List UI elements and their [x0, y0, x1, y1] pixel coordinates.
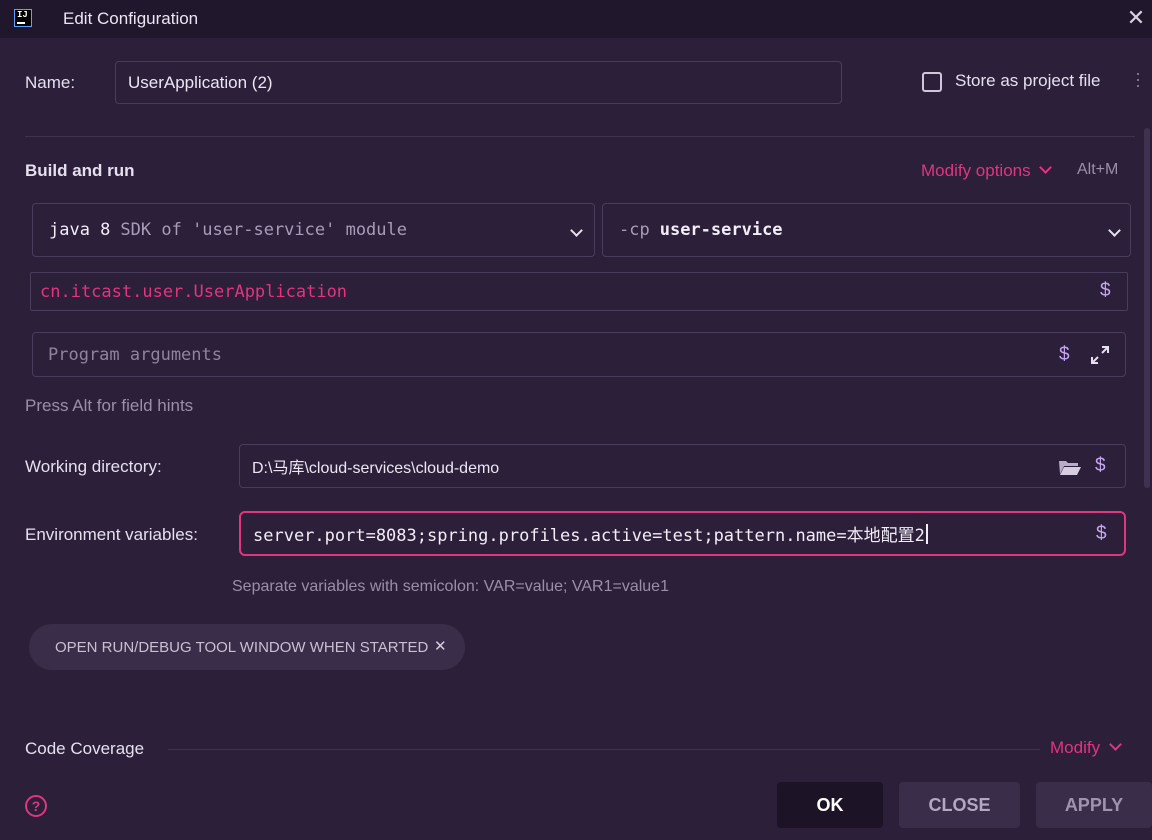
name-label: Name:: [25, 73, 76, 92]
open-tool-window-chip[interactable]: OPEN RUN/DEBUG TOOL WINDOW WHEN STARTED …: [29, 624, 465, 670]
program-arguments-placeholder: Program arguments: [48, 344, 222, 365]
close-icon[interactable]: ✕: [1124, 5, 1148, 31]
working-directory-value: D:\马库\cloud-services\cloud-demo: [252, 460, 500, 477]
separator: [25, 136, 1135, 137]
classpath-module: user-service: [659, 220, 783, 240]
main-class-value: cn.itcast.user.UserApplication: [40, 281, 348, 302]
jre-version: java 8: [49, 220, 111, 240]
open-tool-window-label: OPEN RUN/DEBUG TOOL WINDOW WHEN STARTED: [55, 638, 429, 656]
section-title-build-and-run: Build and run: [25, 161, 135, 180]
modify-options-link[interactable]: Modify options: [921, 161, 1053, 181]
separator: [168, 749, 1040, 750]
code-coverage-title: Code Coverage: [25, 739, 145, 758]
name-input-value: UserApplication (2): [128, 72, 273, 92]
shortcut-hint: Alt+M: [1077, 161, 1119, 178]
working-directory-input[interactable]: D:\马库\cloud-services\cloud-demo $: [239, 444, 1126, 488]
dollar-icon[interactable]: $: [1095, 455, 1106, 477]
main-class-input[interactable]: cn.itcast.user.UserApplication $: [30, 272, 1128, 311]
text-cursor: [925, 523, 928, 544]
classpath-flag: -cp: [619, 220, 650, 240]
jetbrains-logo-icon: IJ: [14, 9, 32, 27]
store-as-project-file-checkbox[interactable]: [922, 72, 942, 92]
environment-variables-hint: Separate variables with semicolon: VAR=v…: [232, 578, 669, 595]
dollar-icon[interactable]: $: [1059, 344, 1070, 366]
working-directory-label: Working directory:: [25, 457, 162, 476]
chevron-down-icon: [570, 224, 583, 237]
name-input[interactable]: UserApplication (2): [115, 61, 842, 104]
environment-variables-value: server.port=8083;spring.profiles.active=…: [253, 513, 928, 554]
scrollbar[interactable]: [1144, 128, 1150, 488]
jre-select[interactable]: java 8 SDK of 'user-service' module: [32, 203, 595, 257]
field-hint: Press Alt for field hints: [25, 396, 194, 415]
store-as-project-file-label[interactable]: Store as project file: [955, 71, 1101, 91]
kebab-icon[interactable]: · · ·: [1133, 64, 1143, 94]
dollar-icon[interactable]: $: [1096, 523, 1107, 545]
folder-icon[interactable]: [1058, 458, 1082, 476]
program-arguments-input[interactable]: Program arguments $: [32, 332, 1126, 377]
apply-button[interactable]: APPLY: [1036, 782, 1152, 828]
environment-variables-label: Environment variables:: [25, 525, 198, 544]
coverage-modify-label: Modify: [1050, 738, 1101, 757]
window-title: Edit Configuration: [63, 9, 199, 28]
close-button[interactable]: CLOSE: [899, 782, 1020, 828]
environment-variables-input[interactable]: server.port=8083;spring.profiles.active=…: [239, 511, 1126, 556]
close-icon[interactable]: ✕: [434, 637, 447, 655]
chevron-down-icon: [1108, 738, 1122, 751]
ok-button[interactable]: OK: [777, 782, 883, 828]
help-icon[interactable]: ?: [25, 795, 47, 817]
expand-icon[interactable]: [1089, 344, 1111, 366]
coverage-modify-link[interactable]: Modify: [1050, 738, 1122, 758]
jre-description: SDK of 'user-service' module: [120, 220, 407, 240]
dollar-icon[interactable]: $: [1100, 280, 1111, 302]
title-bar: IJ Edit Configuration ✕: [0, 0, 1152, 38]
chevron-down-icon: [1039, 161, 1053, 174]
modify-options-label: Modify options: [921, 161, 1031, 180]
classpath-select[interactable]: -cp user-service: [602, 203, 1131, 257]
chevron-down-icon: [1108, 224, 1121, 237]
